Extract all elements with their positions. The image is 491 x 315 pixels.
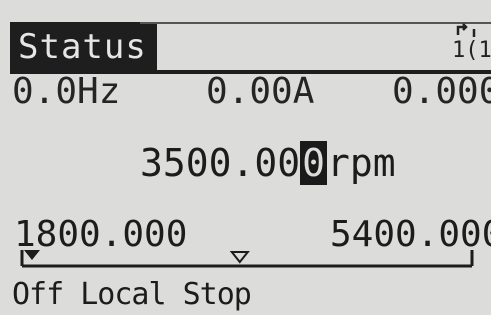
header: Status 1(1) [0,10,491,74]
page-title: Status [10,22,157,72]
setpoint-value: 3500.00 [140,141,301,185]
setpoint-marker-icon [229,251,250,264]
cursor-digit[interactable]: 0 [300,141,328,185]
lcp-display: Status 1(1) 0.0Hz 0.00A 0.000 3500.000rp… [0,0,491,313]
frequency-readout: 0.0Hz [12,71,121,112]
setpoint-unit: rpm [327,141,396,185]
status-line: Off Local Stop [12,277,252,312]
menu-indicator: 1(1) [452,38,491,63]
header-top-border [140,22,491,24]
current-value-marker [24,250,40,260]
current-readout: 0.00A [206,71,315,112]
power-readout: 0.000 [392,71,491,112]
speed-setpoint-field[interactable]: 3500.000rpm [140,140,396,186]
